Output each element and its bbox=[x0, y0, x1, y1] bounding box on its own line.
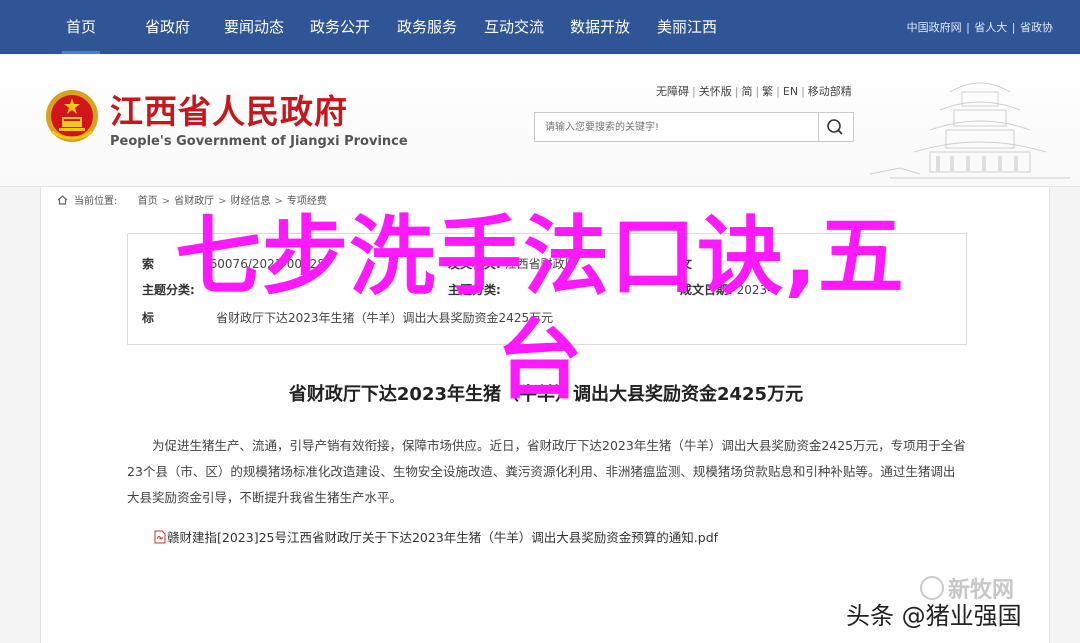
national-emblem-icon bbox=[46, 90, 98, 142]
site-name-english: People's Government of Jiangxi Province bbox=[110, 134, 408, 149]
tool-english[interactable]: EN bbox=[783, 85, 798, 98]
tool-traditional[interactable]: 繁 bbox=[762, 85, 773, 98]
nav-open-data[interactable]: 数据开放 bbox=[570, 17, 630, 37]
nav-government-affairs[interactable]: 政务公开 bbox=[310, 17, 370, 37]
search-icon bbox=[827, 119, 843, 135]
tool-elderly-mode[interactable]: 关怀版 bbox=[699, 85, 732, 98]
nav-home[interactable]: 首页 bbox=[61, 17, 101, 54]
overlay-caption-line-2: 台 bbox=[496, 311, 584, 411]
link-cppcc[interactable]: 省政协 bbox=[1020, 21, 1053, 34]
search-input[interactable] bbox=[535, 113, 817, 141]
accessibility-tools: 无障碍 | 关怀版 | 简 | 繁 | EN | 移动部精 bbox=[656, 85, 852, 98]
tool-simplified[interactable]: 简 bbox=[741, 85, 752, 98]
pdf-icon bbox=[154, 530, 166, 544]
tool-accessibility[interactable]: 无障碍 bbox=[656, 85, 689, 98]
home-icon bbox=[57, 195, 68, 205]
nav-news[interactable]: 要闻动态 bbox=[224, 17, 284, 37]
overlay-caption-line-1: 七步洗手法口诀,五 bbox=[175, 207, 905, 307]
overlay-caption: 七步洗手法口诀,五 台 bbox=[0, 205, 1080, 413]
top-links: 中国政府网 | 省人大 | 省政协 bbox=[906, 21, 1053, 34]
link-china-gov[interactable]: 中国政府网 bbox=[907, 21, 962, 34]
site-header: 江西省人民政府 People's Government of Jiangxi P… bbox=[0, 54, 1080, 187]
article-paragraph: 为促进生猪生产、流通，引导产销有效衔接，保障市场供应。近日，省财政厅下达2023… bbox=[127, 438, 966, 505]
link-npc[interactable]: 省人大 bbox=[974, 21, 1007, 34]
search-button[interactable] bbox=[818, 113, 853, 141]
attachment-link[interactable]: 赣财建指[2023]25号江西省财政厅关于下达2023年生猪（牛羊）调出大县奖励… bbox=[153, 529, 718, 547]
nav-beautiful-jiangxi[interactable]: 美丽江西 bbox=[657, 17, 717, 37]
search-bar bbox=[534, 112, 854, 142]
top-navigation: 首页 省政府 要闻动态 政务公开 政务服务 互动交流 数据开放 美丽江西 中国政… bbox=[0, 0, 1080, 54]
site-name[interactable]: 江西省人民政府 bbox=[110, 92, 348, 132]
attachment-filename[interactable]: 赣财建指[2023]25号江西省财政厅关于下达2023年生猪（牛羊）调出大县奖励… bbox=[167, 530, 718, 545]
nav-government-services[interactable]: 政务服务 bbox=[397, 17, 457, 37]
nav-provincial-government[interactable]: 省政府 bbox=[145, 17, 190, 37]
tool-mobile[interactable]: 移动部精 bbox=[808, 85, 852, 98]
watermark-source: 头条 @猪业强国 bbox=[846, 602, 1022, 630]
nav-interaction[interactable]: 互动交流 bbox=[484, 17, 544, 37]
tengwang-pavilion-illustration bbox=[870, 82, 1070, 179]
